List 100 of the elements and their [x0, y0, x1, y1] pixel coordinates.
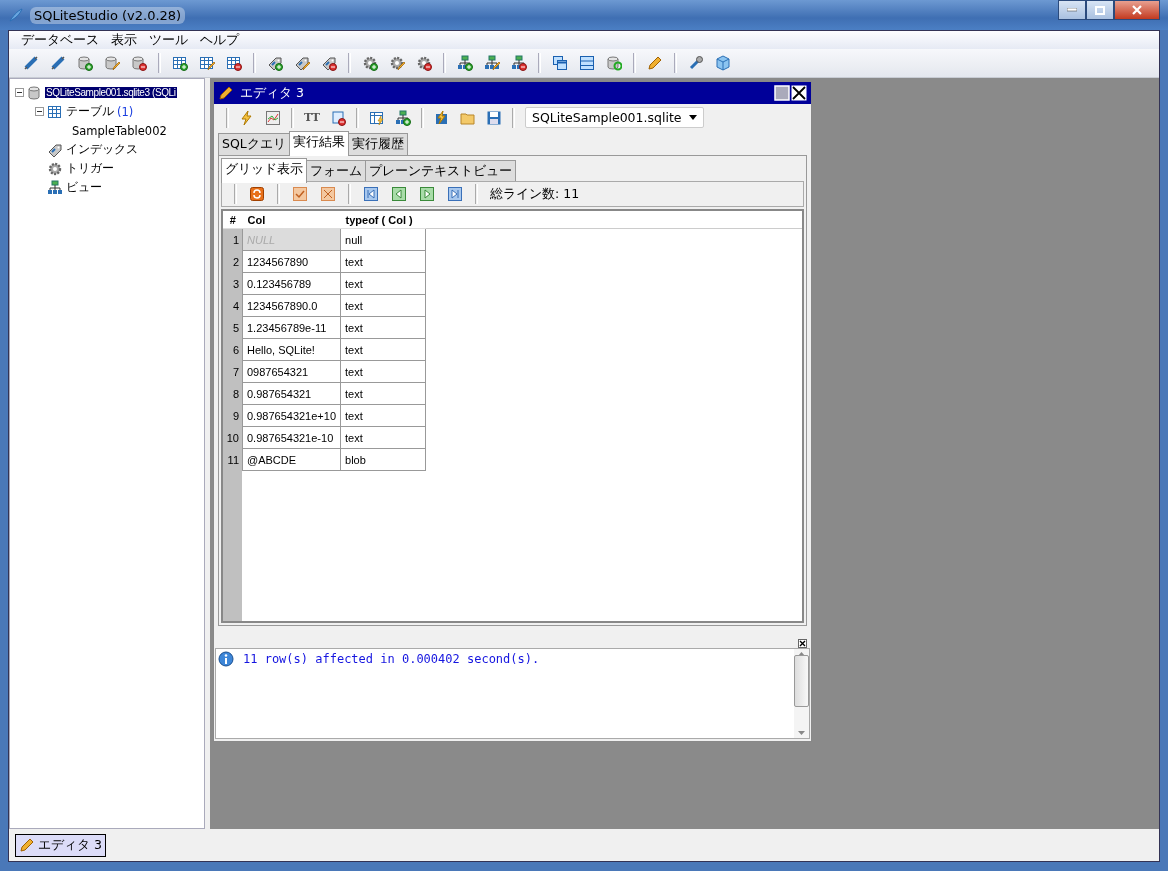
- table-cell: 0.987654321e-10: [242, 426, 341, 449]
- database-remove-icon[interactable]: [131, 55, 147, 71]
- format-button[interactable]: TT: [304, 111, 320, 124]
- tab[interactable]: グリッド表示: [221, 158, 307, 183]
- last-page-icon[interactable]: [447, 186, 463, 202]
- total-rows-label: 総ライン数: 11: [490, 185, 580, 203]
- item-count: (1): [117, 104, 134, 119]
- editor-title: エディタ 3: [240, 84, 304, 102]
- tree-item[interactable]: SampleTable002: [71, 123, 168, 138]
- dropdown-caret-icon: [689, 115, 698, 120]
- menu-item[interactable]: 表示: [105, 31, 143, 49]
- connect-icon[interactable]: [23, 55, 39, 71]
- first-page-icon[interactable]: [363, 186, 379, 202]
- hierarchy-add-icon[interactable]: [457, 55, 473, 71]
- maximize-button[interactable]: [1086, 0, 1114, 20]
- minimize-icon: [1067, 8, 1077, 12]
- refresh-icon[interactable]: [249, 186, 265, 202]
- table-cell: Hello, SQLite!: [242, 338, 341, 361]
- table-remove-icon[interactable]: [226, 55, 242, 71]
- commit-icon[interactable]: [292, 186, 308, 202]
- database-select[interactable]: SQLiteSample001.sqlite: [525, 107, 705, 128]
- row-number: 1: [223, 228, 243, 251]
- collapse-icon[interactable]: [14, 88, 24, 97]
- tree-item[interactable]: インデックス: [65, 142, 139, 157]
- execute-icon[interactable]: [239, 109, 255, 126]
- gear-edit-icon[interactable]: [389, 55, 405, 71]
- scrollbar[interactable]: [794, 649, 809, 738]
- close-button[interactable]: [791, 85, 807, 101]
- minimize-button[interactable]: [1058, 0, 1086, 20]
- pencil-icon[interactable]: [647, 55, 663, 71]
- hierarchy-edit-icon[interactable]: [484, 55, 500, 71]
- rollback-icon[interactable]: [320, 186, 336, 202]
- table-icon: [47, 103, 63, 120]
- tab[interactable]: フォーム: [306, 160, 366, 182]
- table-cell: text: [340, 382, 426, 405]
- table-cell: text: [340, 338, 426, 361]
- tile-windows-icon[interactable]: [579, 55, 595, 71]
- table-cell: blob: [340, 448, 426, 471]
- table-cell: text: [340, 250, 426, 273]
- database-add-icon[interactable]: [77, 55, 93, 71]
- tag-add-icon[interactable]: [267, 55, 283, 71]
- chart-icon[interactable]: [265, 109, 281, 126]
- tab[interactable]: 実行履歴: [347, 133, 408, 155]
- gear-remove-icon[interactable]: [416, 55, 432, 71]
- tree-item[interactable]: テーブル: [65, 104, 115, 119]
- disconnect-icon[interactable]: [50, 55, 66, 71]
- table-cell: 1234567890.0: [242, 294, 341, 317]
- close-icon: [1131, 5, 1143, 15]
- close-button[interactable]: [1114, 0, 1160, 20]
- message-text: 11 row(s) affected in 0.000402 second(s).: [243, 652, 540, 666]
- tree-item[interactable]: ビュー: [65, 180, 103, 195]
- maximize-icon: [1095, 5, 1105, 15]
- table-edit-icon[interactable]: [199, 55, 215, 71]
- tree-item[interactable]: SQLiteSample001.sqlite3 (SQLi: [45, 87, 177, 98]
- tab[interactable]: SQLクエリ: [218, 133, 290, 155]
- table-cell: text: [340, 272, 426, 295]
- table-cell: text: [340, 360, 426, 383]
- tag-remove-icon[interactable]: [321, 55, 337, 71]
- table-cell: 0.987654321: [242, 382, 341, 405]
- cube-icon[interactable]: [715, 55, 731, 71]
- table-cell: text: [340, 426, 426, 449]
- wrench-icon[interactable]: [688, 55, 704, 71]
- database-edit-icon[interactable]: [104, 55, 120, 71]
- bolt-save-icon[interactable]: [434, 109, 450, 126]
- taskbar-button[interactable]: エディタ 3: [15, 833, 106, 857]
- hierarchy-icon: [47, 179, 63, 196]
- tag-edit-icon[interactable]: [294, 55, 310, 71]
- gear-icon: [47, 160, 63, 177]
- database-refresh-icon[interactable]: [606, 55, 622, 71]
- table-cell: 0.987654321e+10: [242, 404, 341, 427]
- table-cell: 1234567890: [242, 250, 341, 273]
- gear-add-icon[interactable]: [362, 55, 378, 71]
- hierarchy-remove-icon[interactable]: [511, 55, 527, 71]
- pencil-icon: [218, 85, 234, 101]
- tag-icon: [47, 141, 63, 158]
- database-icon: [27, 84, 43, 101]
- hierarchy-add-icon[interactable]: [395, 109, 411, 126]
- window-title: SQLiteStudio (v2.0.28): [30, 6, 186, 24]
- table-add-icon[interactable]: [172, 55, 188, 71]
- cascade-windows-icon[interactable]: [552, 55, 568, 71]
- menu-item[interactable]: ヘルプ: [194, 31, 245, 49]
- tab[interactable]: 実行結果: [288, 131, 349, 156]
- close-icon[interactable]: [798, 639, 807, 648]
- save-icon[interactable]: [486, 109, 502, 126]
- next-page-icon[interactable]: [419, 186, 435, 202]
- previous-page-icon[interactable]: [391, 186, 407, 202]
- scroll-down-icon[interactable]: [798, 731, 805, 735]
- clear-icon[interactable]: [330, 109, 346, 126]
- menu-item[interactable]: データベース: [15, 31, 105, 49]
- table-bolt-icon[interactable]: [369, 109, 385, 126]
- pencil-icon: [19, 837, 35, 853]
- app-logo-icon: [8, 7, 24, 23]
- tree-item[interactable]: トリガー: [65, 161, 115, 176]
- menu-item[interactable]: ツール: [143, 31, 194, 49]
- table-cell: text: [340, 404, 426, 427]
- tab[interactable]: プレーンテキストビュー: [365, 160, 516, 182]
- collapse-icon[interactable]: [34, 107, 44, 116]
- table-cell: @ABCDE: [242, 448, 341, 471]
- table-cell: 0987654321: [242, 360, 341, 383]
- table-cell: 0.123456789: [242, 272, 341, 295]
